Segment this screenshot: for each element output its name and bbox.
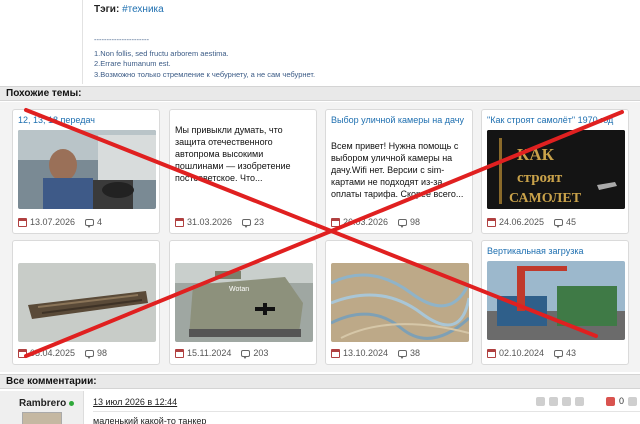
topic-comments: 43 [566,348,577,358]
calendar-icon [487,217,496,227]
comment-icon [85,349,95,359]
calendar-icon [175,217,184,227]
comment-date[interactable]: 13 июл 2026 в 12:44 [93,397,177,407]
poster-word: КАК [517,145,555,164]
comment-rating: 0 [619,396,625,406]
topic-meta: 13.10.2024 38 [331,348,421,359]
topic-card[interactable]: Вертикальная загрузка 02.10.2024 43 [481,240,629,365]
quote-icon[interactable] [549,396,558,406]
topic-excerpt[interactable]: Мы привыкли думать, что защита отечестве… [175,124,313,184]
poster-word: САМОЛЕТ [509,191,582,206]
topic-comments: 203 [253,348,269,358]
topic-comments: 98 [97,348,108,358]
topic-card[interactable]: 05.04.2025 98 [12,240,160,365]
topic-thumbnail[interactable]: Wotan [175,263,313,342]
similar-topics-grid: 12, 13, 18 передач 13.07.2026 4 Мы привы… [0,102,640,372]
all-comments-header: Все комментарии: [0,374,640,389]
topic-meta: 13.07.2026 4 [18,217,103,228]
calendar-icon [487,348,496,358]
calendar-icon [18,348,27,358]
signature-line: 3.Возможно только стремление к чебурнету… [94,69,316,79]
topic-title[interactable]: "Как строят самолёт" 1970 год [487,115,625,125]
author-name[interactable]: Rambrero [19,398,66,409]
topic-comments: 4 [97,217,103,227]
topic-card[interactable]: "Как строят самолёт" 1970 год КАК строят… [481,109,629,234]
topic-comments: 45 [566,217,577,227]
comment-author-column: Rambrero [0,391,84,424]
topic-comments: 38 [410,348,421,358]
topic-meta: 31.03.2026 23 [175,217,265,228]
mail-icon[interactable] [536,396,545,406]
user-signature: ---------------------- 1.Non follis, sed… [94,35,315,80]
post-footer: Тэги: #техника ---------------------- 1.… [0,0,640,84]
topic-title[interactable]: Выбор уличной камеры на дачу [331,115,469,125]
comment-text: маленький какой-то танкер [93,416,207,424]
topic-date: 13.07.2026 [30,217,76,227]
topic-card[interactable]: Wotan 15.11.2024 203 [169,240,317,365]
tags-label: Тэги: [94,4,120,15]
topic-thumbnail[interactable]: КАК строят САМОЛЕТ [487,130,625,209]
calendar-icon [18,217,27,227]
comment-icon [554,218,564,228]
topic-date: 15.11.2024 [187,348,232,358]
topic-thumbnail[interactable] [331,263,469,342]
signature-line: 1.Non follis, sed fructu arborem aestima… [94,48,229,58]
online-status-icon [69,400,75,406]
post-tags: Тэги: #техника [94,4,164,15]
topic-date: 26.03.2026 [343,217,389,227]
topic-comments: 98 [410,217,421,227]
comment-actions: 0 0 [536,396,640,406]
comment-icon [398,218,408,228]
topic-meta: 26.03.2026 98 [331,217,421,228]
comment-divider [93,411,640,412]
topic-date: 05.04.2025 [30,348,76,358]
calendar-icon [331,217,340,227]
comment-icon [554,349,564,359]
topic-thumbnail[interactable] [18,130,156,209]
topic-card[interactable]: Выбор уличной камеры на дачу Всем привет… [325,109,473,234]
calendar-icon [175,348,184,358]
topic-meta: 02.10.2024 43 [487,348,577,359]
topic-date: 24.06.2025 [499,217,545,227]
comment-icon [398,349,408,359]
topic-card[interactable]: Мы привыкли думать, что защита отечестве… [169,109,317,234]
signature-rule: ---------------------- [94,35,149,44]
tag-link[interactable]: #техника [122,4,164,15]
topic-meta: 05.04.2025 98 [18,348,108,359]
topic-title[interactable]: Вертикальная загрузка [487,246,625,256]
topic-excerpt[interactable]: Всем привет! Нужна помощь с выбором улич… [331,140,469,200]
topic-date: 31.03.2026 [187,217,233,227]
comment-author[interactable]: Rambrero [19,398,75,409]
downvote-icon[interactable] [606,396,615,406]
topic-card[interactable]: 13.10.2024 38 [325,240,473,365]
comment-item: Rambrero 13 июл 2026 в 12:44 0 0 маленьк… [0,391,640,424]
comment-icon [242,218,252,228]
post-author-column [0,0,83,84]
comment-icon [85,218,95,228]
poster-word: строят [517,170,563,186]
topic-card[interactable]: 12, 13, 18 передач 13.07.2026 4 [12,109,160,234]
report-icon[interactable] [575,396,584,406]
topic-date: 02.10.2024 [499,348,545,358]
topic-meta: 24.06.2025 45 [487,217,577,228]
comment-icon [241,349,251,359]
signature-line: 2.Errare humanum est. [94,59,171,68]
avatar[interactable] [22,412,62,424]
topic-thumbnail[interactable] [487,261,625,340]
upvote-icon[interactable] [628,396,638,406]
similar-topics-header: Похожие темы: [0,86,640,101]
calendar-icon [331,348,340,358]
topic-thumbnail[interactable] [18,263,156,342]
topic-title[interactable]: 12, 13, 18 передач [18,115,156,125]
reply-icon[interactable] [562,396,571,406]
topic-comments: 23 [254,217,265,227]
topic-meta: 15.11.2024 203 [175,348,269,359]
tank-label: Wotan [229,286,249,293]
topic-date: 13.10.2024 [343,348,389,358]
